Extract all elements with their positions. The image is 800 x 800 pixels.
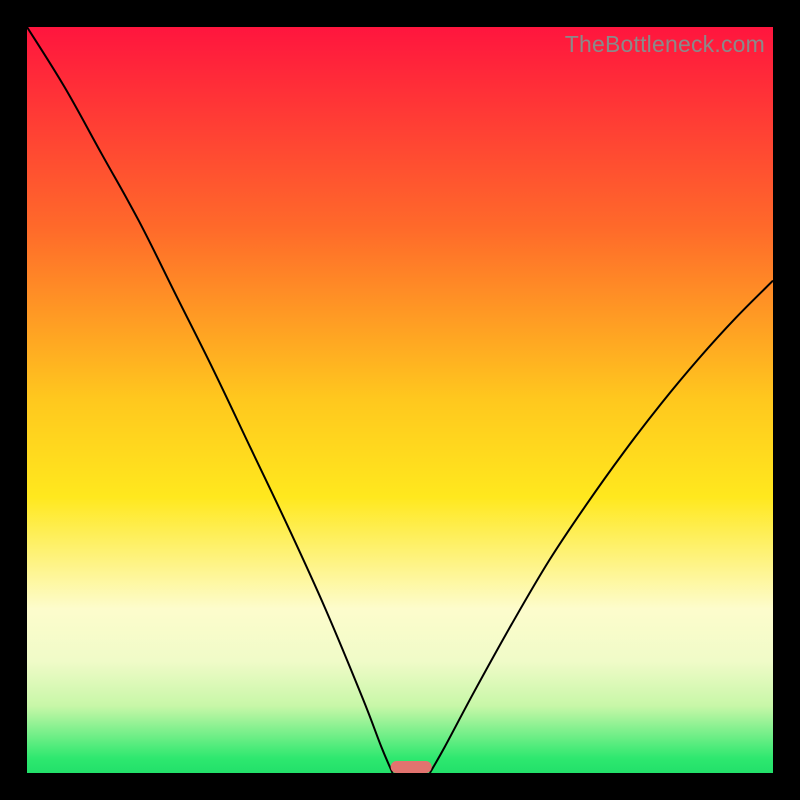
chart-svg — [27, 27, 773, 773]
series-line-right — [430, 281, 773, 773]
minimum-marker — [391, 761, 432, 773]
plot-area: TheBottleneck.com — [27, 27, 773, 773]
chart-frame: TheBottleneck.com — [0, 0, 800, 800]
series-line-left — [27, 27, 393, 773]
